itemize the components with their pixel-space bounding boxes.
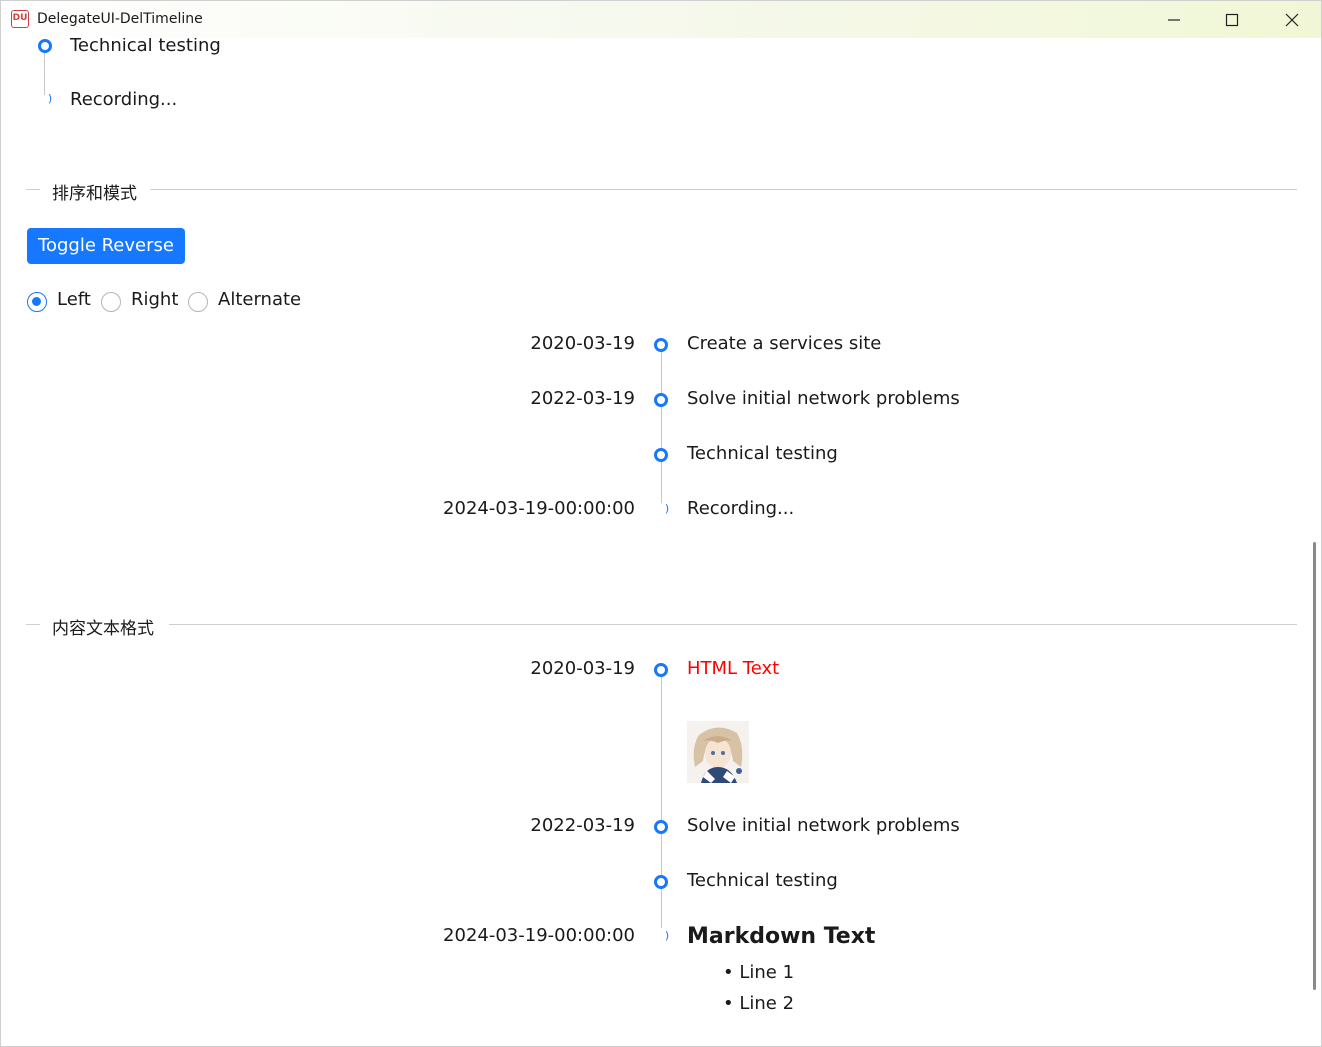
timeline-item-content: Technical testing [687,870,838,891]
timeline-dot [654,338,668,352]
timeline-time: 2020-03-19 [530,333,635,354]
divider-line [150,189,1297,190]
timeline-item-content: Technical testing [687,443,838,464]
app-window: DU DelegateUI-DelTimeline Technical test… [0,0,1322,1047]
timeline-dot [654,393,668,407]
pending-spinner-icon: ) [664,929,670,942]
pending-spinner-icon: ) [664,502,670,515]
window-title: DelegateUI-DelTimeline [37,11,203,27]
timeline-time: 2022-03-19 [530,815,635,836]
timeline-line [661,676,662,928]
section-title-content-format: 内容文本格式 [52,619,154,639]
timeline-line [661,351,662,503]
maximize-button[interactable] [1203,1,1261,38]
divider-line [26,624,40,625]
timeline-time: 2024-03-19-00:00:00 [443,925,635,946]
radio-alternate[interactable] [188,292,208,312]
divider-line [26,189,40,190]
minimize-icon [1168,19,1180,21]
html-text-content: HTML Text [687,658,780,679]
app-logo-icon: DU [11,10,29,28]
timeline-time: 2024-03-19-00:00:00 [443,498,635,519]
close-icon [1285,13,1299,27]
radio-right[interactable] [101,292,121,312]
timeline-item-content: Technical testing [70,38,221,56]
markdown-list-item: • Line 2 [723,993,795,1014]
timeline-dot [654,663,668,677]
anime-girl-avatar-icon [687,721,749,783]
radio-label-alternate[interactable]: Alternate [218,289,301,310]
toggle-reverse-button[interactable]: Toggle Reverse [27,228,185,264]
timeline-time: 2020-03-19 [530,658,635,679]
radio-left[interactable] [27,292,47,312]
timeline-item-content: Recording... [687,498,795,519]
vertical-scrollbar[interactable] [1313,542,1316,990]
timeline-dot [38,39,52,53]
timeline-item-content: Recording... [70,89,178,110]
timeline-line [44,53,45,95]
timeline-item-content: Create a services site [687,333,882,354]
pending-spinner-icon: ) [47,92,53,105]
timeline-dot [654,448,668,462]
markdown-heading: Markdown Text [687,924,876,949]
markdown-list-item-text: Line 2 [739,993,795,1014]
minimize-button[interactable] [1145,1,1203,38]
timeline-time: 2022-03-19 [530,388,635,409]
maximize-icon [1225,13,1239,27]
avatar-image [687,721,749,783]
section-title-sort-mode: 排序和模式 [52,184,137,204]
markdown-list-item-text: Line 1 [739,962,795,983]
timeline-item-content: Solve initial network problems [687,815,960,836]
close-button[interactable] [1263,1,1321,38]
title-bar[interactable]: DU DelegateUI-DelTimeline [1,1,1321,38]
scroll-content[interactable]: Technical testing ) Recording... 排序和模式 T… [1,38,1321,1046]
timeline-dot [654,820,668,834]
radio-label-right[interactable]: Right [131,289,178,310]
timeline-item-content: Solve initial network problems [687,388,960,409]
radio-label-left[interactable]: Left [57,289,91,310]
markdown-list-item: • Line 1 [723,962,795,983]
timeline-dot [654,875,668,889]
divider-line [169,624,1297,625]
